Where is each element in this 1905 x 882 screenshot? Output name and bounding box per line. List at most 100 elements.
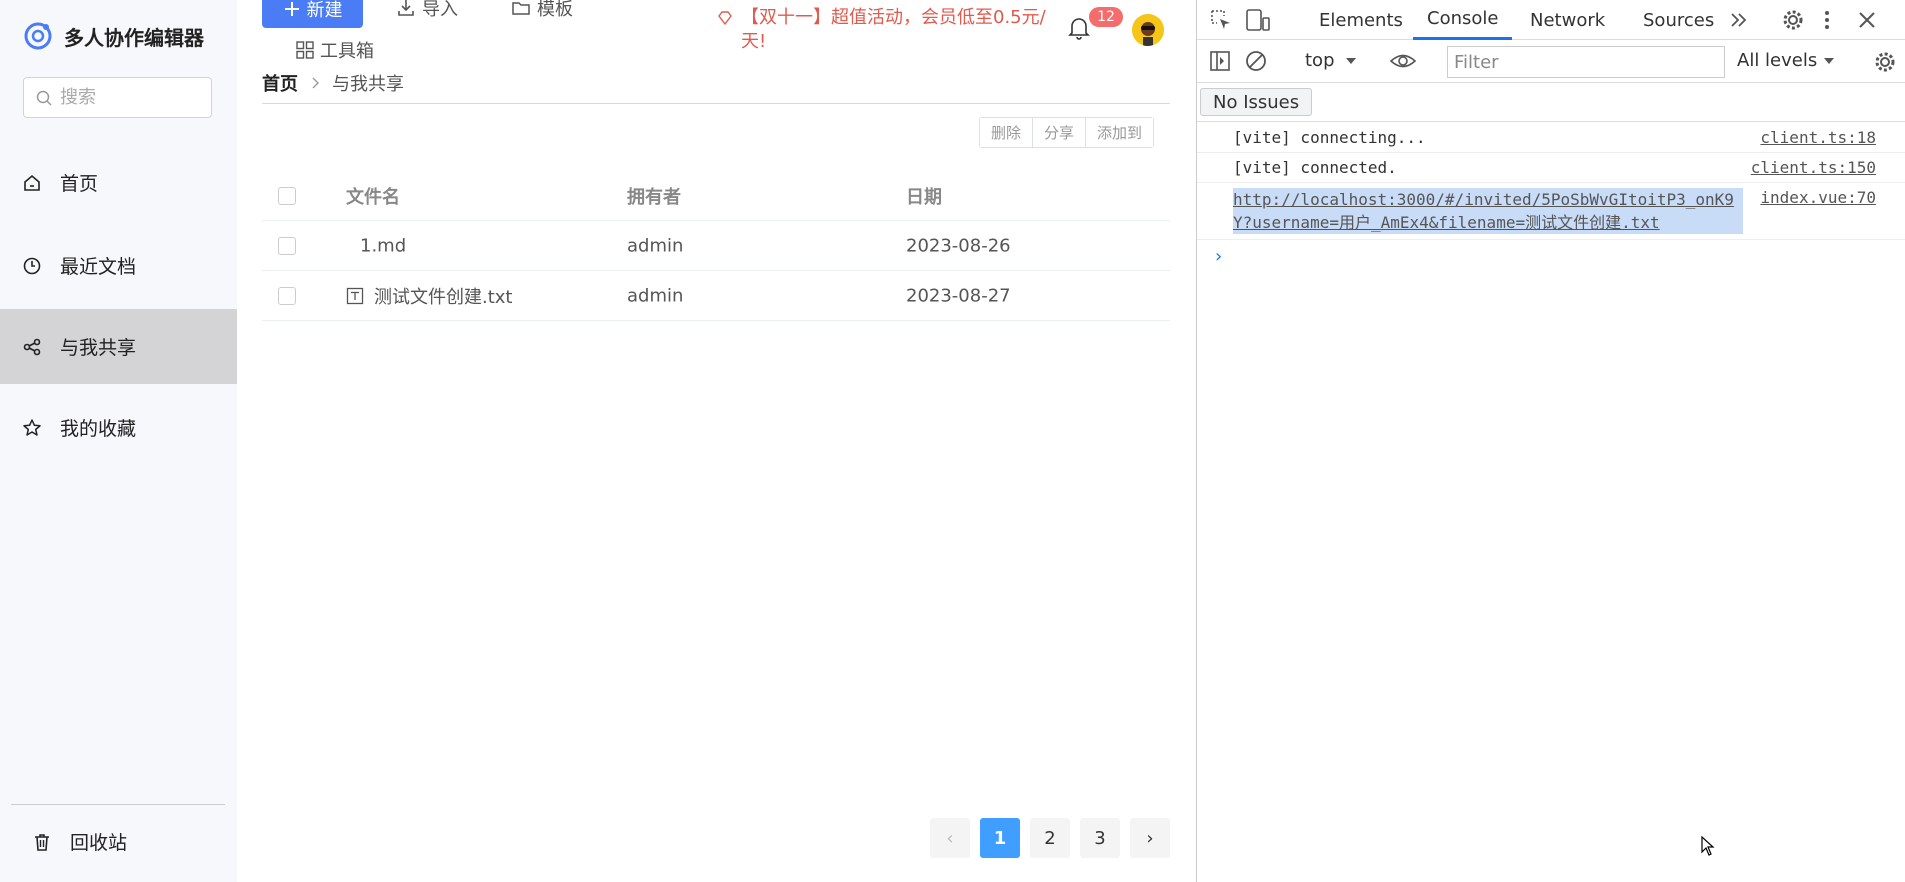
promo-text: 【双十一】超值活动，会员低至0.5元/天! — [741, 7, 1046, 52]
console-filter-input[interactable]: Filter — [1447, 46, 1725, 78]
more-tabs-icon[interactable] — [1729, 11, 1749, 29]
import-label: 导入 — [422, 0, 458, 20]
page-2[interactable]: 2 — [1030, 818, 1070, 858]
log-levels-dropdown[interactable]: All levels — [1737, 50, 1835, 71]
file-name: 测试文件创建.txt — [374, 286, 513, 308]
table-header: 文件名 拥有者 日期 — [262, 172, 1170, 221]
tab-elements[interactable]: Elements — [1319, 0, 1403, 40]
select-all-checkbox[interactable] — [278, 187, 296, 205]
devtools-panel: Elements Console Network Sources top Fil… — [1196, 0, 1905, 882]
tab-network[interactable]: Network — [1530, 0, 1605, 40]
new-button[interactable]: 新建 — [262, 0, 363, 28]
file-name: 1.md — [360, 235, 407, 256]
settings-icon[interactable] — [1781, 8, 1805, 32]
console-prompt[interactable]: › — [1197, 240, 1905, 267]
console-settings-icon[interactable] — [1873, 50, 1897, 74]
breadcrumb-home[interactable]: 首页 — [262, 70, 298, 96]
console-message: [vite] connected. client.ts:150 — [1197, 153, 1905, 183]
sidebar-item-trash[interactable]: 回收站 — [32, 828, 127, 855]
sidebar-item-recent[interactable]: 最近文档 — [0, 228, 237, 303]
console-message-text: [vite] connecting... — [1233, 128, 1426, 147]
breadcrumb-current: 与我共享 — [332, 74, 404, 95]
kebab-menu-icon[interactable] — [1823, 8, 1831, 32]
notification-badge: 12 — [1089, 7, 1123, 27]
file-table: 文件名 拥有者 日期 1.md admin 2023-08-26 测试文件创建.… — [262, 172, 1170, 321]
context-label: top — [1305, 50, 1335, 71]
toolbox-button[interactable]: 工具箱 — [296, 37, 374, 63]
next-page-button[interactable]: › — [1130, 818, 1170, 858]
tab-console[interactable]: Console — [1413, 0, 1513, 40]
chevron-right-icon — [310, 76, 320, 90]
sidebar-toggle-icon[interactable] — [1209, 50, 1231, 72]
console-message: http://localhost:3000/#/invited/5PoSbWvG… — [1197, 183, 1905, 240]
new-button-label: 新建 — [306, 0, 343, 21]
console-source-link[interactable]: client.ts:18 — [1760, 128, 1876, 147]
date-cell: 2023-08-26 — [906, 235, 1011, 256]
clear-console-icon[interactable] — [1245, 50, 1267, 72]
caret-down-icon — [1823, 57, 1835, 65]
plus-icon — [283, 0, 301, 18]
table-row[interactable]: 1.md admin 2023-08-26 — [262, 221, 1170, 271]
file-name-cell[interactable]: 1.md — [346, 235, 406, 256]
console-url-link[interactable]: http://localhost:3000/#/invited/5PoSbWvG… — [1233, 188, 1743, 234]
toolbox-label: 工具箱 — [320, 41, 374, 62]
logo[interactable]: 多人协作编辑器 — [22, 20, 204, 52]
import-button[interactable]: 导入 — [396, 0, 458, 21]
delete-button[interactable]: 删除 — [980, 118, 1034, 147]
console-source-link[interactable]: index.vue:70 — [1760, 188, 1876, 207]
console-source-link[interactable]: client.ts:150 — [1751, 158, 1876, 177]
home-icon — [22, 173, 42, 193]
share-button[interactable]: 分享 — [1033, 118, 1087, 147]
sidebar-item-home[interactable]: 首页 — [0, 145, 237, 220]
trash-label: 回收站 — [70, 832, 128, 854]
sidebar-item-label: 首页 — [60, 173, 99, 195]
avatar[interactable] — [1132, 14, 1164, 46]
clock-icon — [22, 256, 42, 276]
app: 多人协作编辑器 首页 最近文档 与我共享 我的收藏 回收站 — [0, 0, 1196, 882]
sidebar-divider — [11, 804, 225, 805]
sidebar-item-favorites[interactable]: 我的收藏 — [0, 390, 237, 465]
sidebar-item-shared[interactable]: 与我共享 — [0, 309, 237, 384]
no-issues-button[interactable]: No Issues — [1200, 88, 1313, 116]
file-name-cell[interactable]: 测试文件创建.txt — [346, 283, 513, 309]
breadcrumb-divider — [262, 103, 1170, 104]
row-checkbox[interactable] — [278, 236, 296, 255]
action-group: 删除 分享 添加到 — [979, 117, 1155, 148]
trash-icon — [32, 832, 52, 852]
tab-sources[interactable]: Sources — [1643, 0, 1714, 40]
diamond-icon — [717, 10, 733, 54]
bell-icon[interactable] — [1068, 16, 1090, 40]
device-toolbar-icon[interactable] — [1245, 8, 1271, 32]
add-to-button[interactable]: 添加到 — [1086, 118, 1154, 147]
folder-icon — [511, 0, 531, 18]
grid-icon — [296, 41, 314, 59]
header-owner[interactable]: 拥有者 — [627, 183, 681, 209]
share-icon — [22, 337, 42, 357]
inspect-element-icon[interactable] — [1209, 8, 1233, 32]
search-input[interactable] — [60, 87, 200, 108]
sidebar: 多人协作编辑器 首页 最近文档 与我共享 我的收藏 回收站 — [0, 0, 237, 882]
breadcrumb: 首页 与我共享 — [262, 70, 404, 96]
issues-bar: No Issues — [1197, 84, 1905, 122]
mouse-cursor-icon — [1701, 836, 1715, 856]
promo-banner[interactable]: 【双十一】超值活动，会员低至0.5元/天! — [717, 6, 1047, 54]
close-icon[interactable] — [1857, 10, 1877, 30]
table-row[interactable]: 测试文件创建.txt admin 2023-08-27 — [262, 271, 1170, 321]
eye-icon[interactable] — [1389, 50, 1417, 72]
header-date[interactable]: 日期 — [906, 183, 942, 209]
log-levels-label: All levels — [1737, 50, 1818, 71]
page-1[interactable]: 1 — [980, 818, 1020, 858]
context-selector[interactable]: top — [1305, 50, 1357, 71]
search-box[interactable] — [23, 77, 212, 118]
text-file-icon — [346, 287, 364, 305]
download-icon — [396, 0, 416, 18]
template-button[interactable]: 模板 — [511, 0, 573, 21]
prev-page-button[interactable]: ‹ — [930, 818, 970, 858]
row-checkbox[interactable] — [278, 286, 296, 305]
page-3[interactable]: 3 — [1080, 818, 1120, 858]
console-message-text: [vite] connected. — [1233, 158, 1397, 177]
console-output: [vite] connecting... client.ts:18 [vite]… — [1197, 123, 1905, 267]
date-cell: 2023-08-27 — [906, 285, 1011, 306]
header-name[interactable]: 文件名 — [346, 183, 400, 209]
sidebar-item-label: 最近文档 — [60, 256, 137, 278]
